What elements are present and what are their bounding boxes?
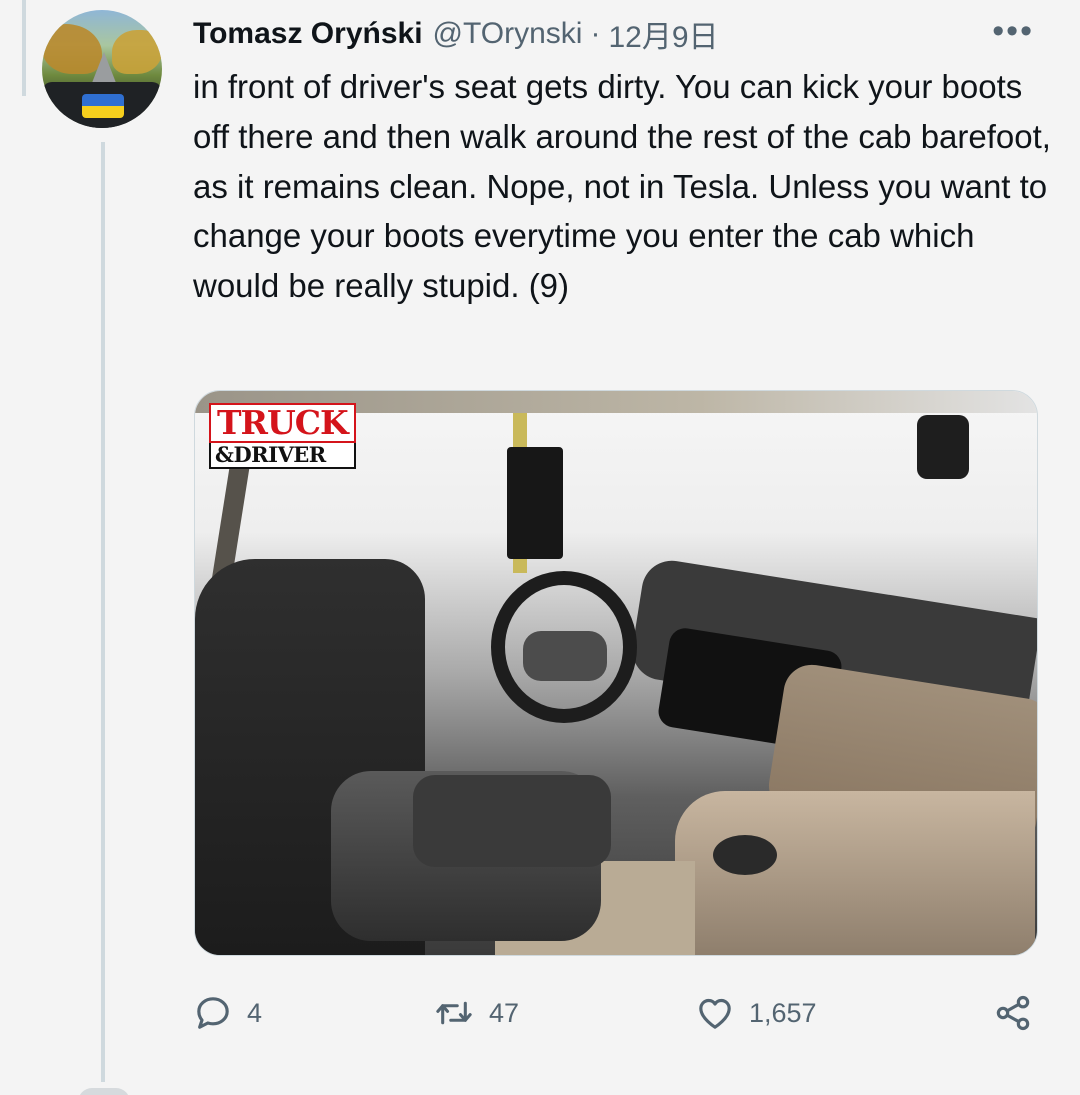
cab-cupholder — [713, 835, 777, 875]
tweet-actions: 4 47 1,657 — [193, 988, 1041, 1038]
reply-icon — [193, 993, 233, 1033]
logo-bottom-text: &DRIVER — [209, 443, 356, 469]
like-count: 1,657 — [749, 997, 817, 1028]
logo-top-text: TRUCK — [209, 403, 356, 443]
share-icon — [993, 993, 1033, 1033]
avatar-tree-right — [112, 30, 162, 74]
thread-line — [101, 142, 105, 1082]
author-name[interactable]: Tomasz Oryński — [193, 17, 423, 51]
cab-mirror — [917, 415, 969, 479]
tweet-header: Tomasz Oryński @TOrynski · 12月9日 — [193, 14, 1023, 54]
ukraine-flag-icon — [82, 94, 124, 118]
cab-mounted-screen — [507, 447, 563, 559]
like-button[interactable]: 1,657 — [695, 988, 817, 1038]
steering-wheel-hub — [523, 631, 607, 681]
driver-seat-cushion — [413, 775, 611, 867]
tweet-date[interactable]: 12月9日 — [608, 12, 718, 56]
more-options-icon[interactable]: ••• — [992, 14, 1034, 48]
retweet-count: 47 — [489, 997, 520, 1028]
truck-driver-logo: TRUCK &DRIVER — [209, 403, 356, 469]
tweet-page: Tomasz Oryński @TOrynski · 12月9日 ••• in … — [0, 0, 1080, 1095]
heart-icon — [695, 993, 735, 1033]
retweet-icon — [433, 993, 475, 1033]
thread-line-top — [22, 0, 26, 96]
retweet-button[interactable]: 47 — [433, 988, 519, 1038]
next-avatar-edge — [78, 1088, 130, 1095]
cab-console — [675, 791, 1035, 955]
tweet-text: in front of driver's seat gets dirty. Yo… — [193, 68, 1051, 305]
reply-count: 4 — [247, 997, 263, 1028]
author-handle[interactable]: @TOrynski — [433, 17, 583, 51]
tweet-photo[interactable]: TRUCK &DRIVER — [194, 390, 1038, 956]
header-separator: · — [590, 17, 601, 50]
share-button[interactable] — [993, 988, 1033, 1038]
avatar[interactable] — [42, 10, 162, 128]
reply-button[interactable]: 4 — [193, 988, 262, 1038]
